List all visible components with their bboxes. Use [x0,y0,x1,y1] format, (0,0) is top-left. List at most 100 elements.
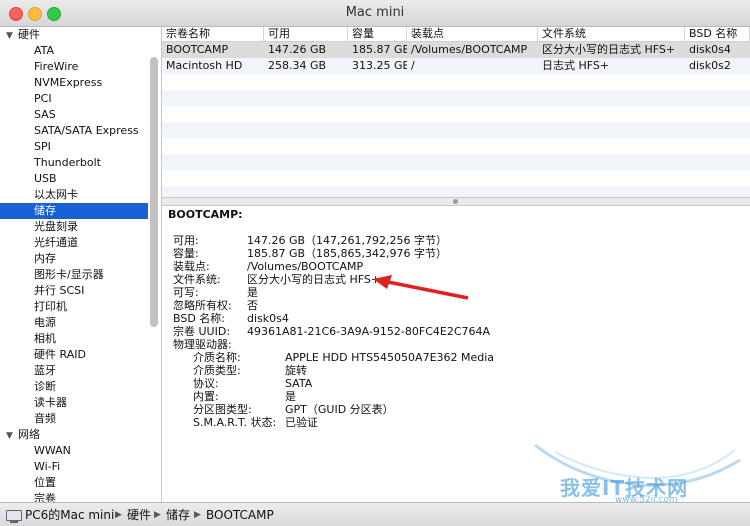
sidebar-item[interactable]: 打印机 [0,299,148,315]
detail-value: disk0s4 [247,312,289,325]
table-cell: BOOTCAMP [166,43,229,56]
sidebar-section-1[interactable]: ▼ 网络 [0,427,154,443]
detail-sub-label: 内置: [193,390,219,403]
detail-title: BOOTCAMP: [168,208,243,221]
table-cell: 日志式 HFS+ [542,59,610,72]
detail-label: 物理驱动器: [173,338,232,351]
detail-value: 否 [247,299,258,312]
breadcrumb-item[interactable]: PC6的Mac mini [25,507,114,523]
table-cell: disk0s4 [689,43,731,56]
system-information-window: Mac mini ▼ 硬件 ATA FireWire NVMExpress PCI SAS S… [0,0,750,526]
breadcrumb-separator-icon: ▶ [154,510,161,520]
sidebar-item[interactable]: Thunderbolt [0,155,148,171]
disclosure-triangle-icon[interactable]: ▼ [6,28,18,44]
column-header[interactable]: BSD 名称 [685,27,750,41]
sidebar-section-0[interactable]: ▼ 硬件 [0,27,154,43]
table-row[interactable]: BOOTCAMP 147.26 GB 185.87 GB/Volumes/BOOTC… [162,42,750,58]
detail-sub-value: 已验证 [285,416,318,429]
sidebar-item[interactable]: 光盘刻录 [0,219,148,235]
computer-icon [6,510,22,523]
table-row[interactable]: Macintosh HD 258.34 GB 313.25 GB / 日志式 HFS+ d… [162,58,750,74]
table-cell: 258.34 GB [268,59,327,72]
column-header[interactable]: 装载点 [407,27,538,41]
disclosure-triangle-icon[interactable]: ▼ [6,428,18,444]
sidebar-item[interactable]: SAS [0,107,148,123]
window-title: Mac mini [345,5,405,20]
sidebar-item[interactable]: 诊断 [0,379,148,395]
sidebar-item[interactable]: PCI [0,91,148,107]
pane-splitter[interactable] [162,197,750,206]
table-cell: 313.25 GB [352,59,407,72]
detail-value: 区分大小写的日志式 HFS+ [247,273,381,286]
sidebar-item[interactable]: Wi-Fi [0,459,148,475]
detail-label: BSD 名称: [173,312,226,325]
sidebar-item[interactable]: 蓝牙 [0,363,148,379]
sidebar-section-label: 硬件 [18,28,40,41]
sidebar-item[interactable]: USB [0,171,148,187]
splitter-handle-icon[interactable] [453,199,458,204]
column-header[interactable]: 宗卷名称 [162,27,264,41]
empty-table-row [162,170,750,186]
breadcrumb-item[interactable]: 硬件 [127,507,151,523]
detail-value: /Volumes/BOOTCAMP [247,260,364,273]
sidebar-item[interactable]: 音频 [0,411,148,427]
column-header[interactable]: 文件系统 [538,27,685,41]
detail-label: 忽略所有权: [173,299,232,312]
sidebar-item[interactable]: 并行 SCSI [0,283,148,299]
sidebar-item[interactable]: 硬件 RAID [0,347,148,363]
sidebar-scrollbar[interactable] [150,57,158,327]
table-cell: Macintosh HD [166,59,243,72]
detail-value: 147.26 GB（147,261,792,256 字节） [247,234,448,247]
empty-table-row [162,74,750,90]
detail-sub-value: APPLE HDD HTS545050A7E362 Media [285,351,495,364]
breadcrumb-item[interactable]: BOOTCAMP [206,507,274,523]
volume-table: 宗卷名称 可用 容量 装载点 文件系统 BSD 名称 BOOTCAMP 147.26 GB 1… [162,27,750,197]
detail-label: 文件系统: [173,273,221,286]
detail-label: 装载点: [173,260,210,273]
empty-table-row [162,186,750,197]
table-cell: 区分大小写的日志式 HFS+ [542,43,676,56]
detail-label: 容量: [173,247,199,260]
sidebar-item[interactable]: ATA [0,43,148,59]
table-cell: 147.26 GB [268,43,327,56]
sidebar-item[interactable]: 光纤通道 [0,235,148,251]
sidebar-item[interactable]: FireWire [0,59,148,75]
detail-label: 可用: [173,234,199,247]
sidebar-item[interactable]: SATA/SATA Express [0,123,148,139]
detail-sub-label: 介质名称: [193,351,241,364]
breadcrumb-separator-icon: ▶ [115,510,122,520]
sidebar-item[interactable]: WWAN [0,443,148,459]
table-cell: 185.87 GB [352,43,407,56]
annotation-arrow-icon [373,275,469,300]
detail-value: 49361A81-21C6-3A9A-9152-80FC4E2C764A [247,325,491,338]
detail-label: 可写: [173,286,199,299]
sidebar-item[interactable]: 图形卡/显示器 [0,267,148,283]
column-header[interactable]: 可用 [264,27,348,41]
empty-table-row [162,122,750,138]
detail-sub-value: GPT（GUID 分区表） [285,403,394,416]
empty-table-row [162,138,750,154]
sidebar-item[interactable]: SPI [0,139,148,155]
sidebar-section-label: 网络 [18,428,40,441]
empty-table-row [162,154,750,170]
sidebar-item[interactable]: 以太网卡 [0,187,148,203]
detail-sub-value: 旋转 [285,364,307,377]
detail-sub-label: 介质类型: [193,364,241,377]
sidebar-item[interactable]: 位置 [0,475,148,491]
sidebar-item[interactable]: 内存 [0,251,148,267]
sidebar-item[interactable]: 电源 [0,315,148,331]
detail-value: 是 [247,286,258,299]
table-header: 宗卷名称 可用 容量 装载点 文件系统 BSD 名称 [162,27,750,42]
sidebar-item[interactable]: 读卡器 [0,395,148,411]
breadcrumb-separator-icon: ▶ [194,510,201,520]
breadcrumb-item[interactable]: 储存 [166,507,190,523]
detail-sub-label: S.M.A.R.T. 状态: [193,416,277,429]
sidebar-item[interactable]: 宗卷 [0,491,148,502]
column-header[interactable]: 容量 [348,27,407,41]
sidebar-item[interactable]: NVMExpress [0,75,148,91]
empty-table-row [162,90,750,106]
sidebar-item[interactable]: 储存 [0,203,148,219]
table-cell: / [411,59,415,72]
detail-sub-label: 分区图类型: [193,403,252,416]
sidebar-item[interactable]: 相机 [0,331,148,347]
